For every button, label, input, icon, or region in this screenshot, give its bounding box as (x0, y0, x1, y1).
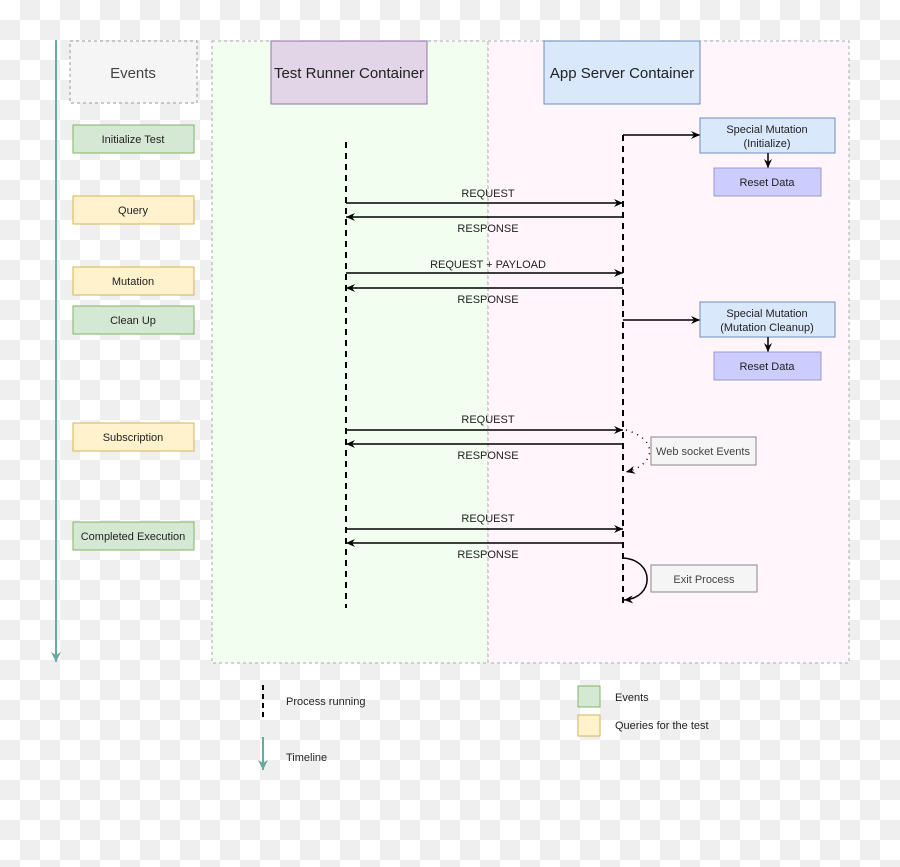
mutation-request-label: REQUEST + PAYLOAD (430, 259, 546, 271)
event-label: Initialize Test (102, 134, 165, 146)
legend-timeline-label: Timeline (286, 752, 327, 764)
legend-queries-swatch (577, 714, 601, 737)
events-header-label: Events (110, 65, 156, 82)
event-label: Mutation (112, 276, 154, 288)
completed-response-label: RESPONSE (457, 549, 518, 561)
test-runner-area (211, 40, 489, 664)
legend-queries-label: Queries for the test (615, 720, 709, 732)
app-server-header-label: App Server Container (550, 65, 694, 82)
subscription-request-label: REQUEST (461, 414, 514, 426)
query-request-label: REQUEST (461, 188, 514, 200)
query-response-label: RESPONSE (457, 223, 518, 235)
sequence-diagram: Events Test Runner Container App Server … (51, 40, 850, 770)
event-label: Subscription (103, 432, 164, 444)
event-label: Clean Up (110, 315, 156, 327)
legend-events-swatch (577, 685, 601, 708)
reset-data-initialize-label: Reset Data (739, 177, 795, 189)
special-mutation-initialize-line1: Special Mutation (726, 124, 807, 136)
reset-data-cleanup-label: Reset Data (739, 361, 795, 373)
legend-events-label: Events (615, 692, 649, 704)
test-runner-header-label: Test Runner Container (274, 65, 424, 82)
special-mutation-cleanup-line1: Special Mutation (726, 308, 807, 320)
mutation-response-label: RESPONSE (457, 294, 518, 306)
special-mutation-cleanup-line2: (Mutation Cleanup) (720, 322, 814, 334)
exit-process-label: Exit Process (673, 574, 735, 586)
event-label: Query (118, 205, 148, 217)
event-label: Completed Execution (81, 531, 186, 543)
subscription-response-label: RESPONSE (457, 450, 518, 462)
special-mutation-initialize-line2: (Initialize) (743, 138, 790, 150)
completed-request-label: REQUEST (461, 513, 514, 525)
legend-process-label: Process running (286, 696, 366, 708)
websocket-events-label: Web socket Events (656, 446, 750, 458)
